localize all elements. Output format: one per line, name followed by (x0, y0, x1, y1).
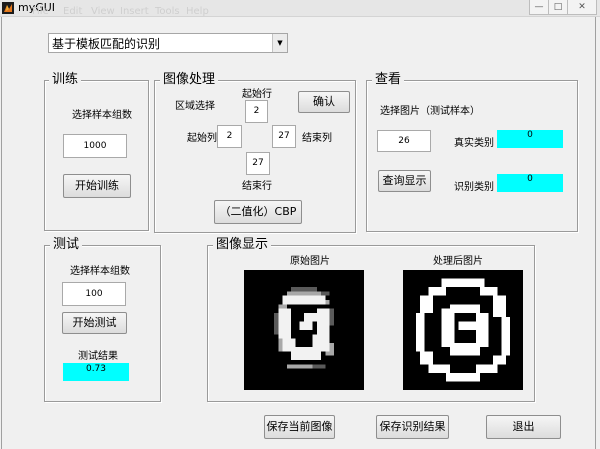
start-col-label: 起始列 (187, 133, 217, 144)
end-col-label: 结束列 (302, 133, 332, 144)
recognized-class-value: 0 (497, 174, 563, 192)
menu-insert[interactable]: Insert (120, 6, 149, 17)
exit-button[interactable]: 退出 (486, 415, 561, 439)
chevron-down-icon[interactable]: ▼ (272, 34, 287, 52)
true-class-label: 真实类别 (454, 138, 494, 149)
minimize-button[interactable]: — (529, 0, 549, 15)
method-dropdown[interactable]: 基于模板匹配的识别 ▼ (48, 33, 288, 53)
menu-tools[interactable]: Tools (155, 6, 180, 17)
menu-file[interactable]: File (32, 6, 49, 17)
matlab-app-icon (2, 2, 14, 14)
close-button[interactable]: ✕ (567, 0, 597, 15)
image-processing-group-title: 图像处理 (160, 72, 219, 87)
test-result-label: 测试结果 (78, 351, 118, 362)
recognized-class-label: 识别类别 (454, 182, 494, 193)
end-col-input[interactable]: 27 (272, 125, 296, 148)
save-result-button[interactable]: 保存识别结果 (376, 415, 449, 439)
start-train-button[interactable]: 开始训练 (63, 174, 131, 198)
select-image-label: 选择图片（测试样本） (380, 106, 480, 117)
confirm-button[interactable]: 确认 (298, 91, 350, 113)
start-col-input[interactable]: 2 (217, 125, 242, 148)
test-sample-label: 选择样本组数 (70, 266, 130, 277)
query-display-button[interactable]: 查询显示 (378, 170, 431, 192)
binarize-cbp-button[interactable]: （二值化）CBP (214, 200, 302, 224)
train-sample-label: 选择样本组数 (72, 110, 132, 121)
view-group-title: 查看 (372, 72, 405, 87)
save-image-button[interactable]: 保存当前图像 (264, 415, 335, 439)
processed-image (403, 270, 523, 390)
original-image-label: 原始图片 (290, 256, 330, 267)
maximize-button[interactable]: □ (548, 0, 568, 15)
end-row-label: 结束行 (242, 181, 272, 192)
test-result-value: 0.73 (63, 363, 129, 381)
menu-view[interactable]: View (91, 6, 115, 17)
select-image-input[interactable]: 26 (377, 130, 431, 152)
original-image (244, 270, 364, 390)
title-bar: myGUI File Edit View Insert Tools Help —… (0, 0, 600, 17)
menu-edit[interactable]: Edit (63, 6, 82, 17)
train-group-title: 训练 (49, 72, 82, 87)
end-row-input[interactable]: 27 (246, 152, 270, 175)
method-dropdown-value: 基于模板匹配的识别 (52, 37, 161, 51)
start-test-button[interactable]: 开始测试 (62, 312, 127, 334)
image-display-group-title: 图像显示 (213, 237, 272, 252)
start-row-label: 起始行 (242, 89, 272, 100)
region-select-label: 区域选择 (175, 101, 215, 112)
true-class-value: 0 (497, 130, 563, 148)
processed-image-label: 处理后图片 (433, 256, 483, 267)
menu-help[interactable]: Help (186, 6, 209, 17)
train-sample-input[interactable]: 1000 (63, 134, 127, 158)
start-row-input[interactable]: 2 (245, 100, 268, 123)
test-group-title: 测试 (50, 237, 83, 252)
test-sample-input[interactable]: 100 (62, 282, 126, 306)
